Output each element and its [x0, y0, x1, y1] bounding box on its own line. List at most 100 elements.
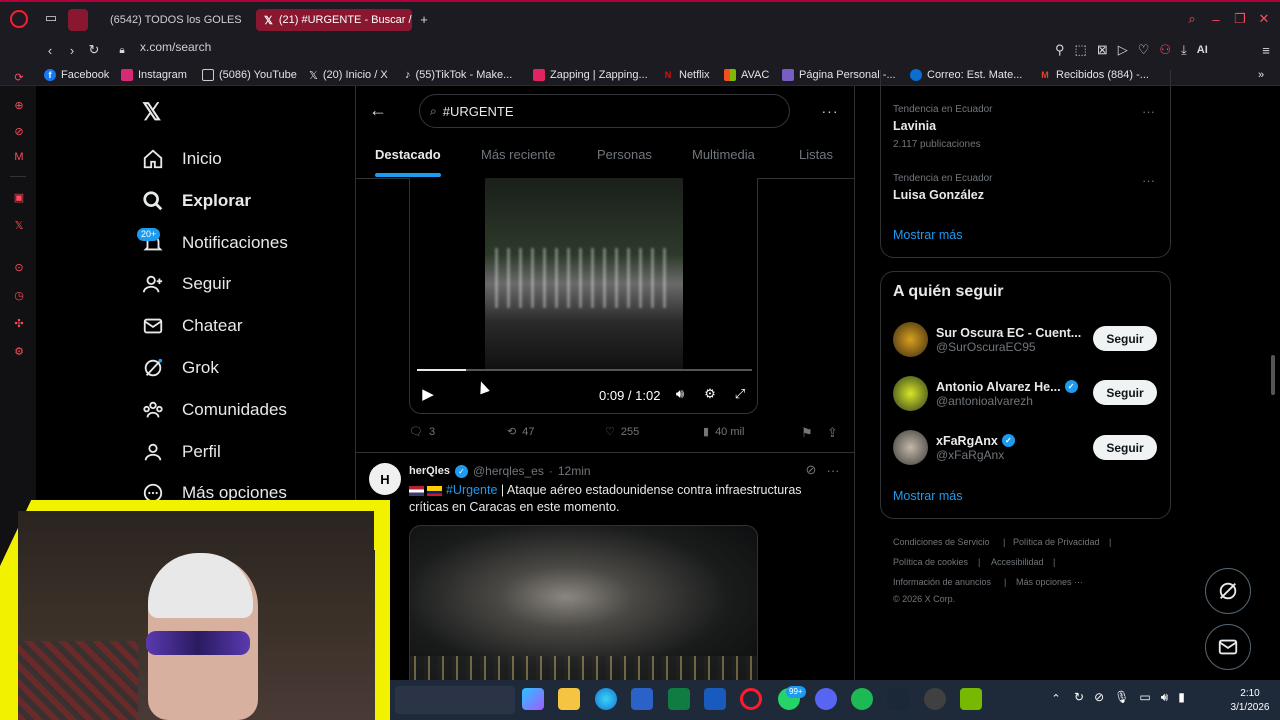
fullscreen-icon[interactable]: ⤢: [732, 386, 748, 402]
bookmark-netflix[interactable]: N Netflix: [662, 67, 710, 83]
bookmark-facebook[interactable]: f Facebook: [44, 67, 109, 83]
settings-icon[interactable]: ⚙: [702, 386, 718, 402]
tab-multimedia[interactable]: Multimedia: [692, 147, 755, 162]
edge-icon[interactable]: [595, 688, 617, 710]
nav-item-perfil[interactable]: Perfil: [140, 436, 221, 468]
grok-float-button[interactable]: [1205, 568, 1251, 614]
footer-link[interactable]: Accesibilidad: [991, 557, 1044, 567]
bookmark-icon[interactable]: ⚑: [801, 425, 813, 441]
follow-button[interactable]: Seguir: [1093, 326, 1157, 351]
close-icon[interactable]: ✕: [1256, 11, 1272, 27]
trend-more-icon[interactable]: ···: [1142, 173, 1155, 188]
steam-icon[interactable]: [887, 688, 909, 710]
sync-icon[interactable]: ↻: [1074, 690, 1084, 706]
follow-button[interactable]: Seguir: [1093, 380, 1157, 405]
opera-logo-icon[interactable]: [10, 10, 28, 28]
bookmark-avac[interactable]: AVAC: [724, 67, 769, 83]
nav-item-grok[interactable]: Grok: [140, 352, 219, 384]
nav-item-chatear[interactable]: Chatear: [140, 310, 242, 342]
camera-off-icon[interactable]: ⊘: [1094, 690, 1104, 706]
play-icon[interactable]: ▷: [1118, 42, 1128, 58]
tab-listas[interactable]: Listas: [799, 147, 833, 162]
extensions-icon[interactable]: ✣: [12, 316, 26, 330]
grok-analyze-icon[interactable]: ⊘: [804, 462, 818, 477]
tab-personas[interactable]: Personas: [597, 147, 652, 162]
url-field[interactable]: x.com/search: [140, 40, 211, 54]
video-player[interactable]: ▶ 0:09 / 1:02 🔊︎ ⚙ ⤢: [409, 178, 758, 414]
trends-show-more-link[interactable]: Mostrar más: [893, 228, 962, 242]
tab-youtube[interactable]: (6542) TODOS los GOLES: [96, 9, 246, 31]
spotify-icon[interactable]: [851, 688, 873, 710]
pinned-tab[interactable]: [68, 9, 88, 31]
store-icon[interactable]: [631, 688, 653, 710]
mic-icon[interactable]: 🎙︎: [1114, 690, 1129, 706]
post-author[interactable]: herQles: [409, 465, 450, 477]
post-hashtag[interactable]: #Urgente: [446, 483, 497, 497]
views-button[interactable]: ▮ 40 mil: [703, 425, 744, 439]
pin-icon[interactable]: ⚲: [1055, 42, 1065, 58]
share-icon[interactable]: ⇪: [827, 425, 838, 441]
tab-destacado[interactable]: Destacado: [375, 147, 441, 162]
footer-link[interactable]: Condiciones de Servicio: [893, 537, 990, 547]
follow-button[interactable]: Seguir: [1093, 435, 1157, 460]
adblock-icon[interactable]: ⊠: [1097, 42, 1108, 58]
battery-icon[interactable]: ▮: [1178, 690, 1185, 706]
tab-overview-icon[interactable]: ▭: [44, 10, 58, 25]
download-icon[interactable]: ⤓: [1181, 42, 1187, 58]
bookmark-zapping[interactable]: Zapping | Zapping...: [533, 67, 648, 83]
trend-more-icon[interactable]: ···: [1142, 104, 1155, 119]
settings-icon[interactable]: ⚙: [12, 344, 26, 358]
x-sidebar-icon[interactable]: 𝕏: [12, 218, 26, 232]
opera-taskbar-icon[interactable]: [740, 688, 762, 710]
scrollbar-thumb[interactable]: [1271, 355, 1275, 395]
word-icon[interactable]: [704, 688, 726, 710]
post-time[interactable]: 12min: [558, 464, 591, 478]
crypto-icon[interactable]: ⊕: [12, 98, 26, 112]
follow-suggestion[interactable]: Sur Oscura EC - Cuent... @SurOscuraEC95: [893, 322, 1081, 357]
post-handle[interactable]: @herqles_es: [473, 464, 544, 478]
x-logo-icon[interactable]: 𝕏: [142, 98, 166, 126]
nav-item-explorar[interactable]: Explorar: [140, 185, 251, 217]
footer-link[interactable]: Más opciones ···: [1016, 577, 1083, 587]
follow-show-more-link[interactable]: Mostrar más: [893, 489, 962, 503]
post-image[interactable]: [409, 525, 758, 685]
bookmarks-overflow-icon[interactable]: »: [1258, 67, 1264, 83]
excel-icon[interactable]: [668, 688, 690, 710]
menu-icon[interactable]: ≡: [1258, 42, 1274, 58]
reload-icon[interactable]: ↻: [86, 42, 102, 58]
taskbar-search[interactable]: [395, 686, 515, 714]
aria-icon[interactable]: ⟳: [12, 70, 26, 84]
obs-icon[interactable]: [924, 688, 946, 710]
trend-item[interactable]: Tendencia en Ecuador Lavinia 2.117 publi…: [893, 104, 993, 150]
taskbar-clock[interactable]: 2:10 3/1/2026: [1225, 687, 1275, 715]
nvidia-icon[interactable]: [960, 688, 982, 710]
minimize-icon[interactable]: –: [1208, 11, 1224, 27]
back-arrow-icon[interactable]: ←: [368, 100, 388, 120]
back-icon[interactable]: ‹: [42, 42, 58, 58]
tab-x-search[interactable]: 𝕏 (21) #URGENTE - Buscar /: [256, 9, 412, 31]
nav-item-comunidades[interactable]: Comunidades: [140, 394, 287, 426]
gx-icon[interactable]: ⊘: [12, 124, 26, 138]
nav-item-inicio[interactable]: Inicio: [140, 143, 222, 175]
bookmark-x[interactable]: 𝕏 (20) Inicio / X: [309, 67, 388, 83]
nav-item-seguir[interactable]: Seguir: [140, 268, 231, 300]
tray-chevron-icon[interactable]: ⌃: [1048, 690, 1064, 706]
follow-suggestion[interactable]: xFaRgAnx ✓ @xFaRgAnx: [893, 430, 1015, 465]
search-icon[interactable]: ⌕: [1184, 11, 1200, 27]
footer-link[interactable]: Política de Privacidad: [1013, 537, 1100, 547]
footer-link[interactable]: Información de anuncios: [893, 577, 991, 587]
forward-icon[interactable]: ›: [64, 42, 80, 58]
bookmark-pagina[interactable]: Página Personal -...: [782, 67, 896, 83]
repost-button[interactable]: ⟲ 47: [507, 425, 534, 439]
volume-icon[interactable]: 🔊︎: [1161, 690, 1169, 706]
network-icon[interactable]: ▭: [1139, 690, 1150, 706]
copilot-icon[interactable]: [522, 688, 544, 710]
bookmark-instagram[interactable]: Instagram: [121, 67, 187, 83]
reply-button[interactable]: 🗨︎ 3: [409, 425, 435, 439]
avatar[interactable]: H: [369, 463, 401, 495]
player-icon[interactable]: ⊙: [12, 260, 26, 274]
profile-icon[interactable]: ⚇: [1159, 42, 1171, 58]
discord-icon[interactable]: [815, 688, 837, 710]
bookmark-youtube[interactable]: (5086) YouTube: [202, 67, 297, 83]
more-icon[interactable]: ···: [825, 463, 841, 478]
